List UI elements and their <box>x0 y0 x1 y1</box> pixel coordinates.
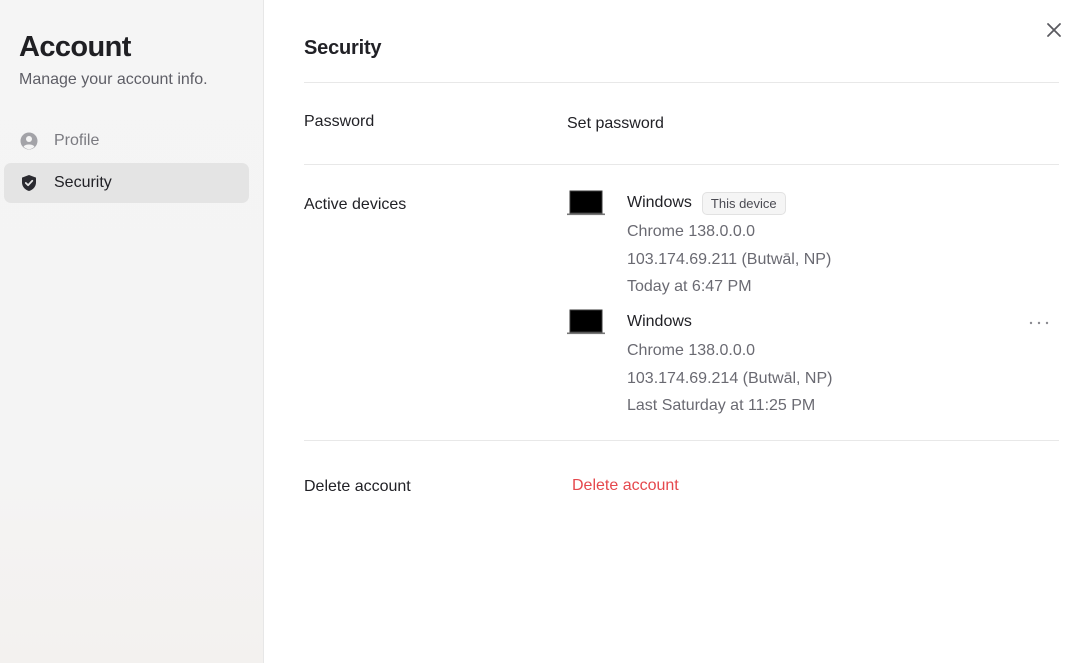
sidebar-title: Account <box>19 31 131 63</box>
device-browser: Chrome 138.0.0.0 <box>627 223 756 240</box>
device-browser: Chrome 138.0.0.0 <box>627 342 756 359</box>
password-section: Password Set password <box>304 83 1059 164</box>
device-location: 103.174.69.214 (Butwāl, NP) <box>627 369 833 387</box>
main-panel: Security Password Set password Active de… <box>264 0 1084 663</box>
sidebar: Account Manage your account info. Profil… <box>0 0 264 663</box>
sidebar-item-label: Profile <box>54 132 100 149</box>
laptop-icon <box>567 190 605 216</box>
shield-check-icon <box>20 174 38 192</box>
user-circle-icon <box>20 132 38 150</box>
active-devices-label: Active devices <box>304 196 407 213</box>
delete-account-button[interactable]: Delete account <box>572 477 679 495</box>
page-title: Security <box>304 37 382 59</box>
sidebar-item-security[interactable]: Security <box>4 163 249 203</box>
device-name: Windows <box>627 313 692 330</box>
sidebar-item-label: Security <box>54 174 112 191</box>
delete-account-label: Delete account <box>304 478 411 495</box>
sidebar-subtitle: Manage your account info. <box>19 71 208 88</box>
device-location: 103.174.69.211 (Butwāl, NP) <box>627 250 832 268</box>
password-label: Password <box>304 113 375 130</box>
sidebar-nav: Profile Security <box>4 121 249 203</box>
device-name: Windows <box>627 194 692 211</box>
close-button[interactable] <box>1042 18 1066 42</box>
device-item: Windows This device Chrome 138.0.0.0 103… <box>567 190 1059 309</box>
this-device-badge: This device <box>701 191 786 215</box>
device-item: Windows Chrome 138.0.0.0 103.174.69.214 … <box>567 309 1059 429</box>
account-modal: Account Manage your account info. Profil… <box>0 0 1084 663</box>
device-last-active: Last Saturday at 11:25 PM <box>627 397 816 414</box>
close-icon <box>1047 23 1061 37</box>
device-more-button[interactable] <box>1027 315 1051 331</box>
laptop-icon <box>567 309 605 335</box>
delete-account-section: Delete account Delete account <box>304 441 1059 496</box>
sidebar-item-profile[interactable]: Profile <box>4 121 249 161</box>
more-horizontal-icon <box>1029 321 1049 325</box>
set-password-button[interactable]: Set password <box>567 115 664 133</box>
device-last-active: Today at 6:47 PM <box>627 278 752 295</box>
active-devices-section: Active devices Windows This device Chrom… <box>304 165 1059 440</box>
